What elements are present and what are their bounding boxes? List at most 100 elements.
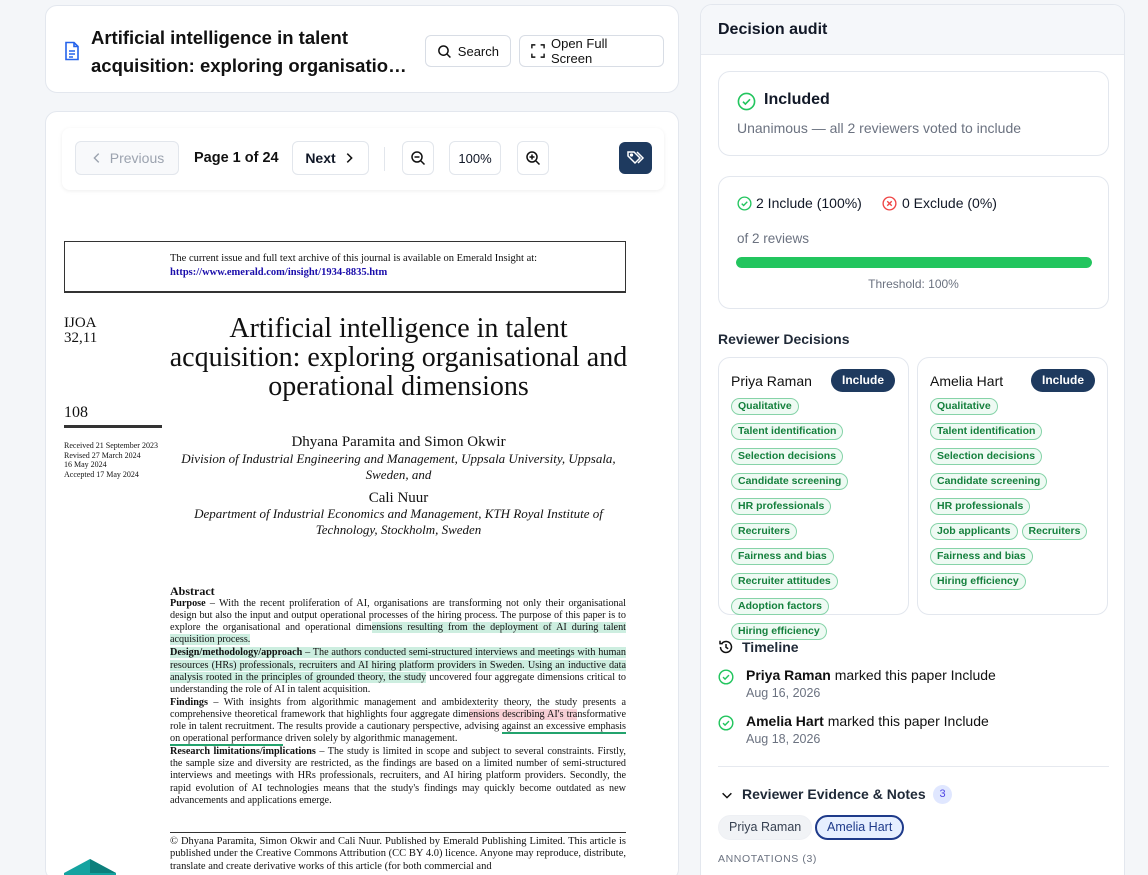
check-circle-icon [737,196,752,211]
tag-chip: Talent identification [731,423,844,440]
tag-chip: Hiring efficiency [731,623,827,640]
threshold-label: Threshold: 100% [868,277,959,291]
reviewer-card: Amelia Hart Include Qualitative Talent i… [917,357,1108,615]
notice-text: The current issue and full text archive … [170,253,538,264]
reviewer-tags: Qualitative Talent identification Select… [731,398,909,640]
annotations-label: ANNOTATIONS (3) [718,853,818,865]
timeline-text: Priya Raman marked this paper Include [746,667,996,683]
panel-header: Decision audit [701,5,1124,55]
history-icon [719,640,733,654]
open-full-screen-button[interactable]: Open Full Screen [519,35,664,67]
reviewer-name: Priya Raman [731,373,812,389]
design-paragraph: Design/methodology/approach – The author… [170,647,626,695]
tag-chip: Qualitative [731,398,799,415]
expand-icon [531,44,545,58]
document-title: Artificial intelligence in talent acquis… [91,27,411,76]
timeline-text: Amelia Hart marked this paper Include [746,713,989,729]
timeline-date: Aug 16, 2026 [746,686,821,700]
decision-audit-panel: Decision audit Included Unanimous — all … [700,4,1125,875]
decision-status-card: Included Unanimous — all 2 reviewers vot… [718,71,1109,156]
reviewer-card: Priya Raman Include Qualitative Talent i… [718,357,909,640]
exclude-count: 0 Exclude (0%) [902,195,997,211]
tag-chip: Recruiter attitudes [731,573,838,590]
submission-dates: Received 21 September 2023 Revised 27 Ma… [64,441,158,479]
tag-chip: Candidate screening [731,473,849,490]
journal-link[interactable]: https://www.emerald.com/insight/1934-883… [170,266,625,280]
reviewer-tags: Qualitative Talent identification Select… [930,398,1108,590]
tag-chip: Talent identification [930,423,1043,440]
document-header: Artificial intelligence in talent acquis… [45,5,679,93]
panel-title: Decision audit [718,21,828,38]
zoom-in-icon [526,151,541,166]
next-label: Next [305,150,336,166]
annotations-toggle-button[interactable] [619,142,652,174]
evidence-count-badge: 3 [933,785,952,804]
timeline-date: Aug 18, 2026 [746,732,821,746]
check-circle-icon [737,92,756,111]
next-page-button[interactable]: Next [292,141,369,175]
toolbar-divider [384,147,385,171]
pdf-page: The current issue and full text archive … [46,204,678,875]
zoom-out-button[interactable] [402,141,434,175]
reviews-count: of 2 reviews [737,231,810,246]
reviewer-filter-chip[interactable]: Priya Raman [718,815,813,840]
consensus-progress-fill [736,257,1092,268]
timeline-title: Timeline [742,639,799,655]
highlight-red[interactable]: ensions describing AI's tra [468,708,578,720]
chevron-right-icon [346,153,353,163]
abstract: Abstract Purpose – With the recent proli… [170,584,627,808]
page-number: 108 [64,404,162,428]
reviewer-filter-chip-active[interactable]: Amelia Hart [815,815,905,840]
reviewer-name: Amelia Hart [930,373,1004,389]
zoom-level[interactable]: 100% [449,141,501,175]
tag-chip: Recruiters [731,523,797,540]
vote-tally-card: 2 Include (100%) 0 Exclude (0%) of 2 rev… [718,176,1109,309]
check-circle-icon [718,715,734,731]
affiliation-1: Division of Industrial Engineering and M… [181,451,616,482]
section-divider [718,766,1109,767]
tag-chip: Fairness and bias [930,548,1033,565]
search-label: Search [457,43,499,59]
affiliation-2: Department of Industrial Economics and M… [194,506,603,537]
research-paragraph: Research limitations/implications – The … [170,746,626,806]
decision-badge: Include [831,369,896,392]
tag-chip: Adoption factors [731,598,829,615]
pdf-viewer: Previous Page 1 of 24 Next 100% The curr… [45,111,679,875]
journal-notice: The current issue and full text archive … [64,241,626,293]
purpose-paragraph: Purpose – With the recent proliferation … [170,598,626,646]
zoom-out-icon [411,151,426,166]
tags-icon [626,151,644,165]
open-full-screen-label: Open Full Screen [550,36,608,66]
include-count: 2 Include (100%) [756,195,862,211]
zoom-in-button[interactable] [517,141,549,175]
tag-chip: Job applicants [930,523,1018,540]
check-circle-icon [718,669,734,685]
publisher-logo-icon [64,859,116,875]
tag-chip: Recruiters [1021,523,1088,540]
reviewer-decisions-title: Reviewer Decisions [718,331,850,347]
decision-summary: Unanimous — all 2 reviewers voted to inc… [737,120,1022,136]
tag-chip: Selection decisions [930,448,1043,465]
previous-label: Previous [109,150,165,166]
evidence-section-toggle[interactable]: Reviewer Evidence & Notes [742,786,926,802]
chevron-left-icon [93,153,100,163]
findings-paragraph: Findings – With insights from algorithmi… [170,696,627,747]
tag-chip: Fairness and bias [731,548,834,565]
tag-chip: Selection decisions [731,448,844,465]
page-indicator: Page 1 of 24 [194,150,279,166]
tag-chip: HR professionals [930,498,1031,515]
consensus-progress-bar [736,257,1092,268]
copyright-notice: © Dhyana Paramita, Simon Okwir and Cali … [170,832,626,873]
search-button[interactable]: Search [425,35,511,67]
tag-chip: HR professionals [731,498,832,515]
paper-author-3: Cali Nuur [368,490,429,506]
journal-code: IJOA 32,11 [64,315,98,346]
paper-authors: Dhyana Paramita and Simon Okwir [291,434,506,450]
tag-chip: Qualitative [930,398,998,415]
abstract-heading: Abstract [170,584,215,598]
decision-status: Included [764,91,830,108]
x-circle-icon [882,196,897,211]
search-icon [438,44,451,58]
chevron-down-icon[interactable] [720,788,734,802]
previous-page-button[interactable]: Previous [75,141,179,175]
